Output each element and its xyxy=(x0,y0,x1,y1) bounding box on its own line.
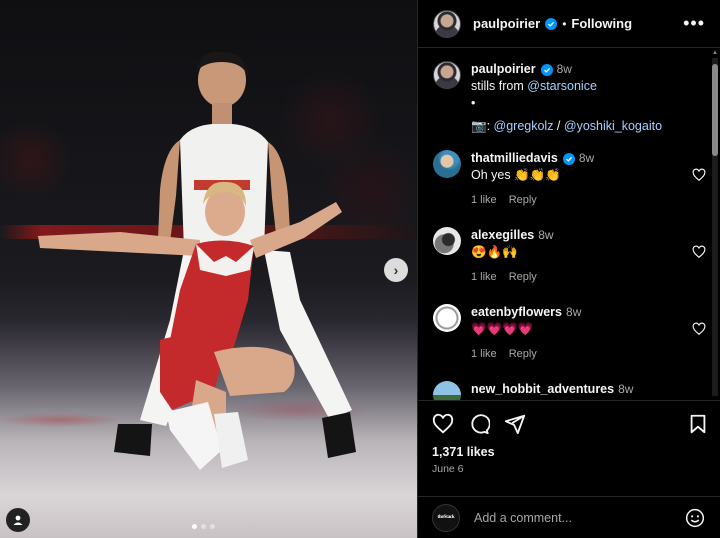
post-date: June 6 xyxy=(432,463,464,475)
commenter-avatar[interactable] xyxy=(433,150,461,178)
comment-time: 8w xyxy=(566,305,582,319)
commenter-avatar[interactable] xyxy=(433,227,461,255)
add-comment-input[interactable]: Add a comment... xyxy=(474,511,664,525)
comment-bubble-icon[interactable] xyxy=(468,413,490,435)
heart-icon[interactable] xyxy=(692,245,706,259)
add-comment-bar: theStack Add a comment... xyxy=(418,496,720,538)
share-send-icon[interactable] xyxy=(504,413,526,435)
comments-list[interactable]: paulpoirier 8w stills from @starsonice • … xyxy=(418,49,720,400)
mention-link[interactable]: @yoshiki_kogaito xyxy=(564,119,662,133)
bookmark-icon xyxy=(690,414,706,434)
commenter-avatar[interactable] xyxy=(433,304,461,332)
comment-meta: 1 like Reply xyxy=(471,346,691,363)
comment-body: thatmilliedavis 8w Oh yes 👏👏👏 1 like Reply xyxy=(471,150,691,209)
scrollbar-thumb[interactable] xyxy=(712,64,718,156)
current-user-avatar: theStack xyxy=(432,503,460,532)
user-icon xyxy=(13,515,23,525)
like-heart-icon[interactable] xyxy=(432,413,454,435)
post-photo[interactable]: › xyxy=(0,0,417,538)
carousel-dot xyxy=(192,524,197,529)
comment-text: Oh yes 👏👏👏 xyxy=(471,168,561,182)
reply-button[interactable]: Reply xyxy=(509,194,537,206)
reply-button[interactable]: Reply xyxy=(509,348,537,360)
caption-username[interactable]: paulpoirier xyxy=(471,62,536,76)
verified-badge-icon xyxy=(540,63,553,76)
comment-meta: 1 like Reply xyxy=(471,269,691,286)
post-side-panel: paulpoirier • Following ••• paulpoirier 8… xyxy=(417,0,720,538)
next-photo-button[interactable]: › xyxy=(384,258,408,282)
caption-separator: / xyxy=(553,119,564,133)
carousel-dot xyxy=(201,524,206,529)
heart-icon[interactable] xyxy=(692,322,706,336)
scroll-up-arrow[interactable]: ▲ xyxy=(712,50,718,58)
commenter-username[interactable]: eatenbyflowers xyxy=(471,305,562,319)
more-options-icon[interactable]: ••• xyxy=(683,14,705,32)
carousel-dot xyxy=(210,524,215,529)
comment-meta: 1 like Reply xyxy=(471,192,691,209)
post-actions: 1,371 likes June 6 xyxy=(418,400,720,496)
save-bookmark-button[interactable] xyxy=(687,413,709,440)
comment-time: 8w xyxy=(538,228,554,242)
skaters-image xyxy=(38,51,356,470)
comment-time: 8w xyxy=(618,382,634,396)
caption-time: 8w xyxy=(556,62,572,76)
author-avatar[interactable] xyxy=(433,9,461,38)
commenter-username[interactable]: alexegilles xyxy=(471,228,534,242)
mention-link[interactable]: @starsonice xyxy=(527,79,597,93)
comment-body: alexegilles 8w 😍🔥🙌 1 like Reply xyxy=(471,227,691,286)
tagged-users-button[interactable] xyxy=(6,508,30,532)
author-username[interactable]: paulpoirier xyxy=(473,16,540,31)
comment-likes[interactable]: 1 like xyxy=(471,348,497,360)
heart-icon[interactable] xyxy=(692,168,706,182)
header-separator: • xyxy=(562,16,567,31)
caption-avatar[interactable] xyxy=(433,61,461,89)
mention-link[interactable]: @gregkolz xyxy=(494,119,554,133)
likes-count[interactable]: 1,371 likes xyxy=(432,445,495,459)
comment-likes[interactable]: 1 like xyxy=(471,194,497,206)
action-row xyxy=(432,413,526,435)
caption-text: stills from xyxy=(471,79,528,93)
comment-text: 😍🔥🙌 xyxy=(471,245,518,259)
comment-time: 8w xyxy=(578,151,595,165)
commenter-username[interactable]: thatmilliedavis xyxy=(471,151,558,165)
post-header: paulpoirier • Following ••• xyxy=(418,0,720,48)
verified-badge-icon xyxy=(562,152,575,165)
verified-badge-icon xyxy=(545,17,558,30)
carousel-dots xyxy=(192,524,215,529)
caption-body: paulpoirier 8w stills from @starsonice • … xyxy=(471,61,691,135)
commenter-username[interactable]: new_hobbit_adventures xyxy=(471,382,614,396)
comment-text: 💗💗💗💗 xyxy=(471,322,534,336)
caption-line-1: stills from @starsonice xyxy=(471,78,691,95)
following-button[interactable]: Following xyxy=(571,16,632,31)
comment-body: eatenbyflowers 8w 💗💗💗💗 1 like Reply xyxy=(471,304,691,363)
reply-button[interactable]: Reply xyxy=(509,271,537,283)
camera-emoji: 📷: xyxy=(471,119,494,133)
commenter-avatar[interactable] xyxy=(433,381,461,400)
emoji-icon[interactable] xyxy=(685,508,705,528)
caption-line-2: • xyxy=(471,96,476,110)
caption-line-3: 📷: @gregkolz / @yoshiki_kogaito xyxy=(471,118,691,135)
comment-body: new_hobbit_adventures 8w xyxy=(471,381,691,398)
comment-likes[interactable]: 1 like xyxy=(471,271,497,283)
